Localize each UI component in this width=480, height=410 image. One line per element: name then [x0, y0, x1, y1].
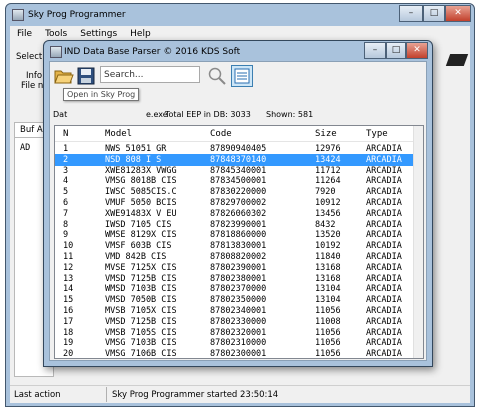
- col-header-type[interactable]: Type: [366, 126, 413, 142]
- select-label: Select: [16, 52, 43, 62]
- main-titlebar[interactable]: Sky Prog Programmer – □ ✕: [6, 4, 474, 26]
- minimize-button[interactable]: –: [399, 5, 423, 22]
- search-icon[interactable]: [206, 65, 228, 87]
- eeprom-table[interactable]: N Model Code Size Type 1 NWS 51051 GR 8789…: [54, 125, 424, 359]
- list-view-icon[interactable]: [231, 65, 253, 87]
- cell-n: 20: [63, 349, 74, 359]
- cell-model: VMSG 7106B CIS: [105, 349, 177, 359]
- tab-buf-a-label: Buf A: [20, 125, 43, 135]
- close-button[interactable]: ✕: [445, 5, 471, 22]
- shown-count-label: Shown: 581: [266, 110, 314, 119]
- status-divider: [106, 387, 107, 402]
- total-eep-label: Total EEP in DB: 3033: [165, 110, 251, 119]
- dialog-close-button[interactable]: ✕: [406, 42, 428, 59]
- db-parser-dialog: IND Data Base Parser © 2016 KDS Soft – □…: [43, 40, 433, 367]
- dialog-maximize-button[interactable]: □: [386, 42, 406, 59]
- table-row[interactable]: 20 VMSG 7106B CIS 87802300001 11056 ARCADIA: [55, 348, 413, 359]
- menu-tools[interactable]: Tools: [38, 26, 73, 39]
- search-input[interactable]: [100, 66, 200, 83]
- col-header-size[interactable]: Size: [315, 126, 363, 142]
- cell-code: 87802300001: [210, 349, 267, 359]
- dialog-client-area: Dat e.exe Total EEP in DB: 3033 Shown: 5…: [49, 61, 427, 361]
- table-scrollbar[interactable]: [413, 126, 423, 358]
- info-label: Info: [26, 71, 43, 81]
- db-label-partial: Dat: [53, 110, 68, 119]
- menu-file[interactable]: File: [10, 26, 38, 39]
- menu-help[interactable]: Help: [123, 26, 157, 39]
- status-last-action: Last action: [14, 390, 61, 400]
- cell-size: 11056: [315, 349, 341, 359]
- col-header-model[interactable]: Model: [105, 126, 205, 142]
- main-window-title: Sky Prog Programmer: [28, 10, 126, 20]
- maximize-button[interactable]: □: [423, 5, 445, 22]
- save-disk-icon[interactable]: [75, 65, 97, 87]
- dialog-app-icon: [50, 46, 62, 58]
- dialog-title: IND Data Base Parser © 2016 KDS Soft: [64, 47, 241, 57]
- buffer-address-label: AD: [20, 143, 31, 153]
- chip-icon: [445, 54, 469, 66]
- col-header-code[interactable]: Code: [210, 126, 310, 142]
- status-message: Sky Prog Programmer started 23:50:14: [112, 390, 279, 400]
- status-bar: Last action Sky Prog Programmer started …: [10, 385, 470, 403]
- menu-settings[interactable]: Settings: [73, 26, 123, 39]
- table-header: N Model Code Size Type: [55, 126, 413, 142]
- col-header-n[interactable]: N: [63, 126, 95, 142]
- dialog-minimize-button[interactable]: –: [364, 42, 386, 59]
- app-icon: [12, 9, 24, 21]
- cell-type: ARCADIA: [366, 349, 402, 359]
- open-folder-icon[interactable]: [53, 65, 75, 87]
- open-in-skyprog-tooltip: Open in Sky Prog: [63, 88, 140, 101]
